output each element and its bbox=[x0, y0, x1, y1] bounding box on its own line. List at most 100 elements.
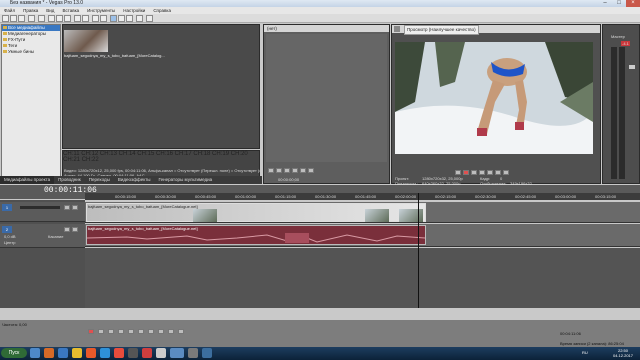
trimmer-source[interactable]: (нет) bbox=[264, 26, 277, 31]
new-project-icon[interactable] bbox=[2, 15, 9, 22]
preview-settings-icon[interactable] bbox=[394, 26, 400, 32]
menu-options[interactable]: Настройки bbox=[119, 7, 149, 14]
preview-start-icon[interactable] bbox=[495, 170, 501, 175]
playhead[interactable] bbox=[418, 193, 419, 308]
preview-quality-dropdown[interactable]: Просмотр (Наилучшее качество) bbox=[404, 25, 479, 35]
video-clip[interactable]: bajfuam_segodnya_my_s_tobo_bafuam_[MoreC… bbox=[86, 203, 426, 222]
close-icon[interactable]: × bbox=[626, 0, 640, 7]
trimmer-display[interactable] bbox=[266, 34, 387, 162]
yandex-taskbar-icon[interactable] bbox=[58, 348, 68, 358]
language-indicator[interactable]: RU bbox=[582, 350, 588, 355]
audio-track-mode[interactable]: Касание bbox=[48, 234, 63, 239]
tag-cell: CH:21 bbox=[63, 157, 81, 163]
video-track-solo-icon[interactable] bbox=[72, 205, 78, 210]
master-fader[interactable] bbox=[629, 65, 635, 69]
preview-play-icon[interactable] bbox=[471, 170, 477, 175]
clock-date: 04.12.2017 bbox=[612, 353, 634, 358]
trimmer-pause-icon[interactable] bbox=[284, 168, 290, 173]
envelope-tool-icon[interactable] bbox=[118, 15, 125, 22]
menu-tools[interactable]: Инструменты bbox=[83, 7, 119, 14]
help-icon[interactable] bbox=[146, 15, 153, 22]
timeline-ruler[interactable]: 00:00:15:00 00:00:30:00 00:00:45:00 00:0… bbox=[85, 193, 640, 200]
record-icon[interactable] bbox=[88, 329, 94, 334]
audio-track-header: 2 0,0 dB Центр Касание bbox=[0, 224, 85, 248]
undo-icon[interactable] bbox=[74, 15, 81, 22]
chrome-taskbar-icon[interactable] bbox=[72, 348, 82, 358]
start-button[interactable]: Пуск bbox=[1, 348, 27, 358]
media-taskbar-icon[interactable] bbox=[44, 348, 54, 358]
pause-icon[interactable] bbox=[128, 329, 134, 334]
preview-loop-icon[interactable] bbox=[455, 170, 461, 175]
tag-cell: CH:20 bbox=[230, 151, 248, 157]
trimmer-next-icon[interactable] bbox=[308, 168, 314, 173]
go-end-icon[interactable] bbox=[158, 329, 164, 334]
menu-insert[interactable]: Вставка bbox=[58, 7, 83, 14]
stop-icon[interactable] bbox=[138, 329, 144, 334]
tab-transitions[interactable]: Переходы bbox=[85, 176, 114, 184]
audio-track-mute-icon[interactable] bbox=[64, 227, 70, 232]
trimmer-prev-icon[interactable] bbox=[300, 168, 306, 173]
skype-taskbar-icon[interactable] bbox=[100, 348, 110, 358]
ruler-label: 00:02:45:00 bbox=[515, 194, 537, 199]
app-taskbar-icon[interactable] bbox=[128, 348, 138, 358]
tree-item-smart-bins[interactable]: Умные бины bbox=[2, 49, 60, 55]
folder-taskbar-icon[interactable] bbox=[156, 348, 166, 358]
cut-icon[interactable] bbox=[48, 15, 55, 22]
opera-taskbar-icon[interactable] bbox=[114, 348, 124, 358]
trimmer-loop-icon[interactable] bbox=[268, 168, 274, 173]
audio-track-solo-icon[interactable] bbox=[72, 227, 78, 232]
tab-project-media[interactable]: Медиафайлы проекта bbox=[0, 176, 55, 184]
menu-edit[interactable]: Правка bbox=[19, 7, 42, 14]
maximize-icon[interactable]: □ bbox=[612, 0, 626, 7]
trimmer-play-icon[interactable] bbox=[276, 168, 282, 173]
preview-pause-icon[interactable] bbox=[479, 170, 485, 175]
app-taskbar-icon-3[interactable] bbox=[202, 348, 212, 358]
tab-video-fx[interactable]: Видеоэффекты bbox=[114, 176, 155, 184]
redo-icon[interactable] bbox=[82, 15, 89, 22]
loop-icon[interactable] bbox=[98, 329, 104, 334]
selection-tool-icon[interactable] bbox=[126, 15, 133, 22]
playback-rate[interactable]: Частота: 0,00 bbox=[2, 322, 27, 327]
menu-help[interactable]: Справка bbox=[149, 7, 175, 14]
trimmer-header: (нет) bbox=[264, 25, 389, 32]
open-icon[interactable] bbox=[10, 15, 17, 22]
explorer-taskbar-icon[interactable] bbox=[30, 348, 40, 358]
copy-icon[interactable] bbox=[56, 15, 63, 22]
tag-cell: CH:18 bbox=[193, 151, 211, 157]
opera-taskbar-icon-2[interactable] bbox=[142, 348, 152, 358]
zoom-tool-icon[interactable] bbox=[136, 15, 143, 22]
paste-icon[interactable] bbox=[64, 15, 71, 22]
properties-icon[interactable] bbox=[28, 15, 35, 22]
go-start-icon[interactable] bbox=[148, 329, 154, 334]
tab-media-generators[interactable]: Генераторы мультимедиа bbox=[155, 176, 217, 184]
audio-clip[interactable]: bajfuam_segodnya_my_s_tobo_bafuam_[MoreC… bbox=[86, 225, 426, 245]
preview-stop-icon[interactable] bbox=[487, 170, 493, 175]
tag-cell: CH:19 bbox=[212, 151, 230, 157]
menu-file[interactable]: Файл bbox=[0, 7, 19, 14]
minimize-icon[interactable]: – bbox=[598, 0, 612, 7]
video-track-mute-icon[interactable] bbox=[64, 205, 70, 210]
menu-view[interactable]: Вид bbox=[42, 7, 58, 14]
vegas-taskbar-icon[interactable] bbox=[170, 348, 184, 358]
next-frame-icon[interactable] bbox=[178, 329, 184, 334]
trimmer-stop-icon[interactable] bbox=[292, 168, 298, 173]
snap-icon[interactable] bbox=[92, 15, 99, 22]
save-icon[interactable] bbox=[18, 15, 25, 22]
play-from-start-icon[interactable] bbox=[108, 329, 114, 334]
render-icon[interactable] bbox=[38, 15, 45, 22]
play-icon[interactable] bbox=[118, 329, 124, 334]
firefox-taskbar-icon[interactable] bbox=[86, 348, 96, 358]
preview-end-icon[interactable] bbox=[503, 170, 509, 175]
app-taskbar-icon-2[interactable] bbox=[188, 348, 198, 358]
ruler-label: 00:02:30:00 bbox=[475, 194, 497, 199]
record-time: Время записи (2 канала): 86:25:04 bbox=[560, 341, 624, 346]
prev-frame-icon[interactable] bbox=[168, 329, 174, 334]
normal-edit-tool-icon[interactable] bbox=[110, 15, 117, 22]
video-track-opacity-slider[interactable] bbox=[20, 206, 60, 209]
taskbar-clock[interactable]: 22:50 04.12.2017 bbox=[608, 348, 638, 358]
auto-crossfade-icon[interactable] bbox=[100, 15, 107, 22]
media-thumbnail[interactable] bbox=[64, 30, 108, 52]
empty-timeline-area[interactable] bbox=[85, 248, 640, 308]
tab-explorer[interactable]: Проводник bbox=[54, 176, 85, 184]
preview-record-icon[interactable] bbox=[463, 170, 469, 175]
